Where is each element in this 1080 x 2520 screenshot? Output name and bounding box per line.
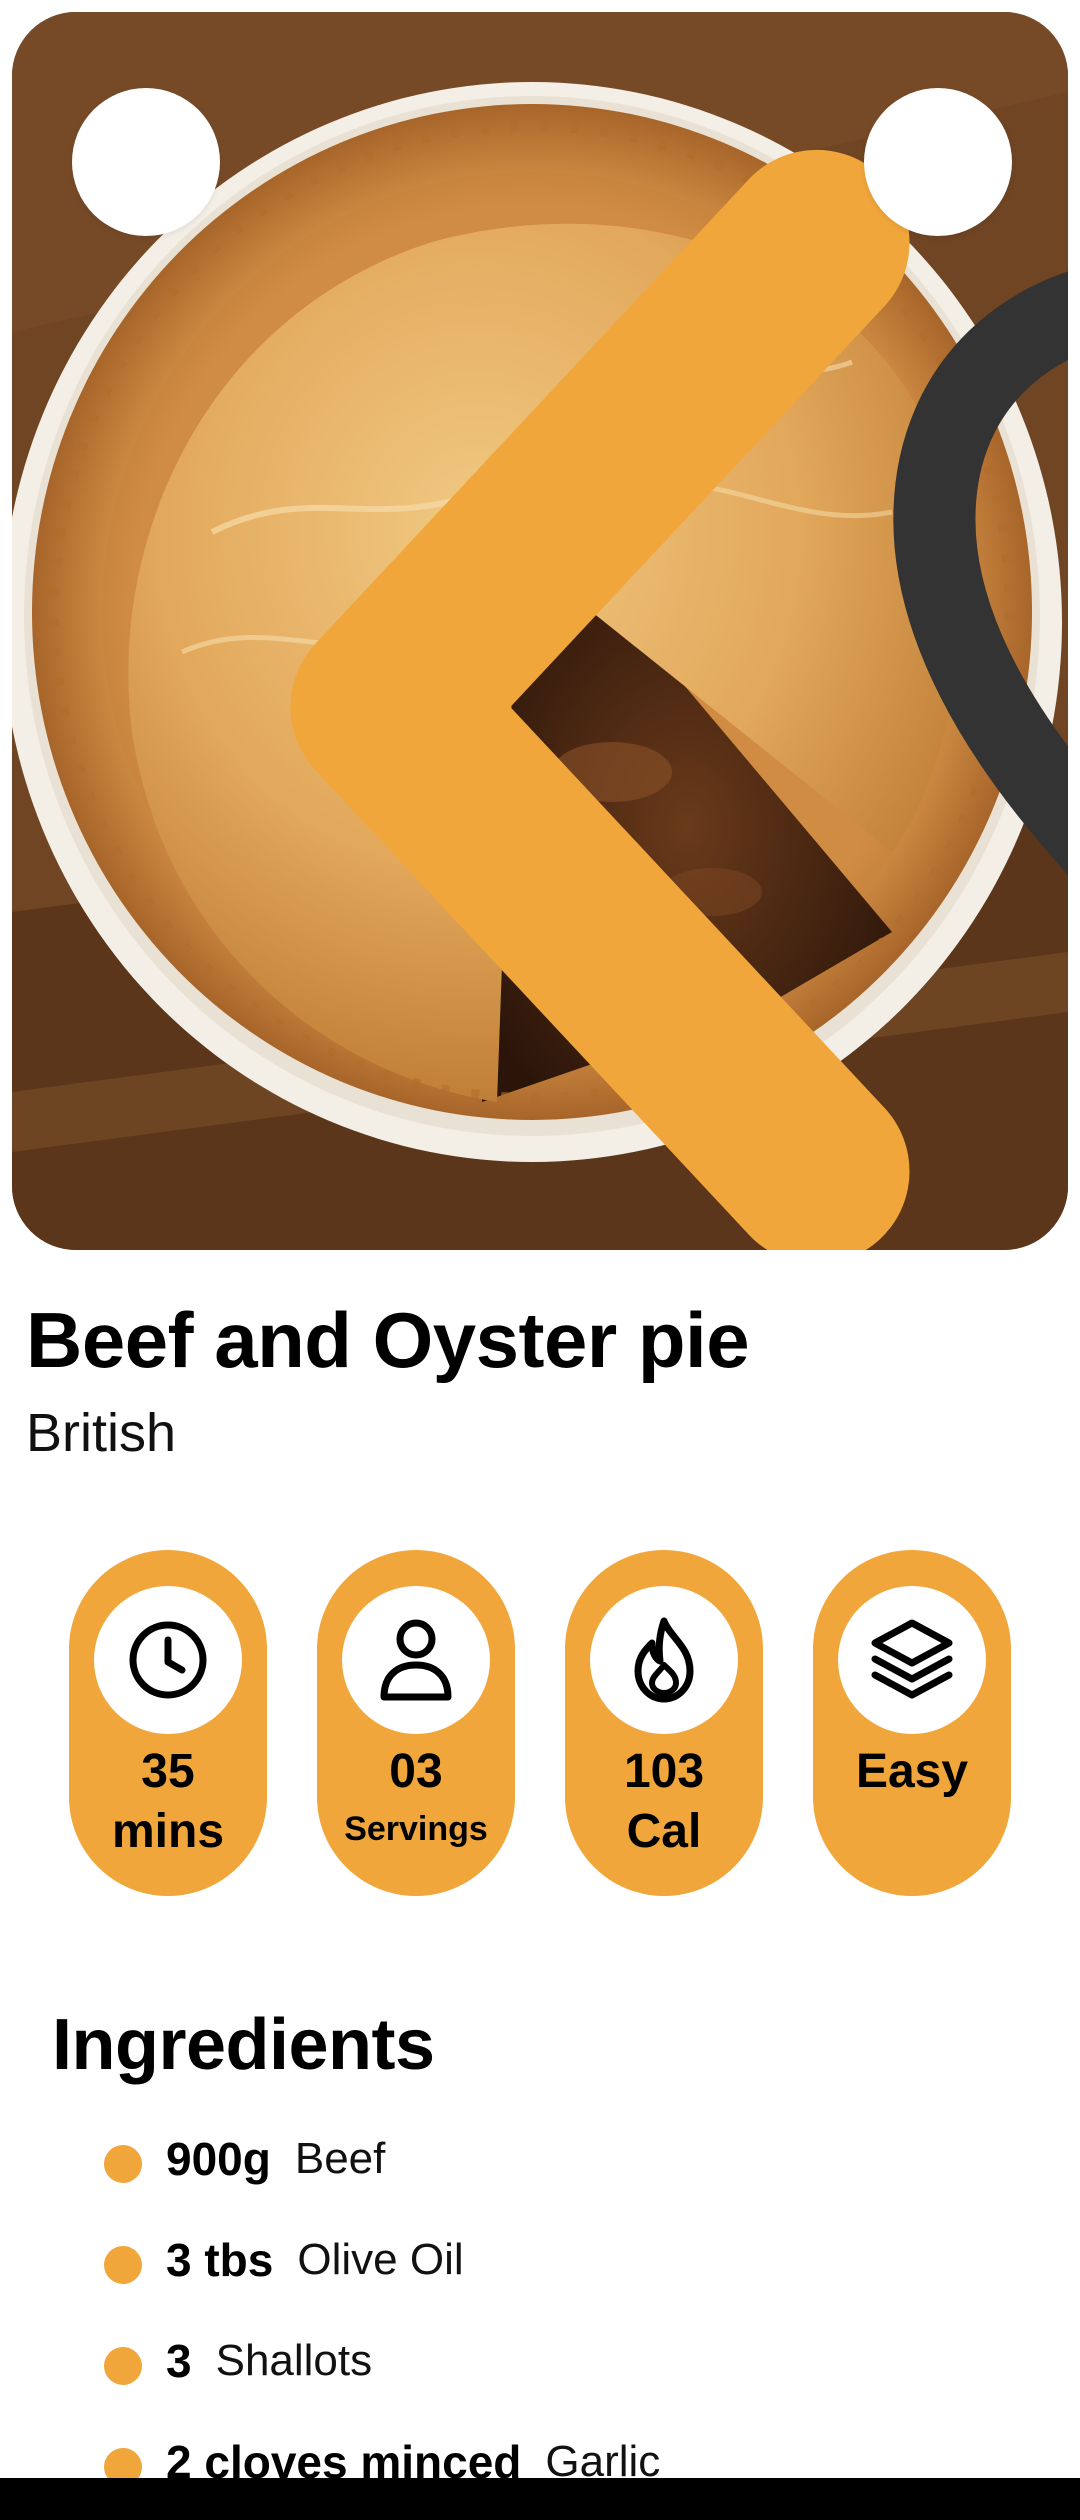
stat-servings-unit: Servings bbox=[344, 1810, 488, 1848]
stat-icon-wrap bbox=[838, 1586, 986, 1734]
stat-servings: 03 Servings bbox=[317, 1550, 515, 1896]
ingredient-name: Shallots bbox=[215, 2335, 373, 2385]
ingredient-item: 3 Shallots bbox=[104, 2310, 1064, 2411]
recipe-title: Beef and Oyster pie bbox=[26, 1296, 750, 1384]
stat-calories-value: 103 bbox=[623, 1745, 705, 1798]
stat-time-value: 35 bbox=[141, 1745, 195, 1798]
system-navigation-bar bbox=[0, 2478, 1080, 2520]
ingredient-name: Beef bbox=[294, 2133, 386, 2183]
ingredients-heading: Ingredients bbox=[52, 2005, 435, 2085]
bullet-dot bbox=[104, 2144, 142, 2183]
ingredient-item: 900g Beef bbox=[104, 2108, 1064, 2209]
ingredient-item: 3 tbs Olive Oil bbox=[104, 2209, 1064, 2310]
flame-icon bbox=[634, 1617, 694, 1703]
clock-icon bbox=[129, 1621, 207, 1699]
recipe-cuisine: British bbox=[26, 1403, 177, 1463]
stat-time-unit: mins bbox=[111, 1805, 225, 1858]
recipe-hero-image bbox=[12, 12, 1068, 1250]
stat-icon-wrap bbox=[94, 1586, 242, 1734]
person-icon bbox=[380, 1619, 452, 1701]
ingredient-quantity: 3 bbox=[166, 2334, 192, 2387]
back-button[interactable] bbox=[72, 88, 910, 1250]
stat-calories-unit: Cal bbox=[626, 1805, 702, 1858]
heart-outline-icon bbox=[893, 271, 1068, 875]
stat-difficulty: Easy bbox=[813, 1550, 1011, 1896]
ingredient-quantity: 900g bbox=[166, 2132, 271, 2185]
favorite-button[interactable] bbox=[864, 88, 1068, 875]
ingredient-name: Olive Oil bbox=[297, 2234, 464, 2284]
stat-difficulty-value: Easy bbox=[855, 1745, 969, 1798]
ingredient-quantity: 3 tbs bbox=[166, 2233, 274, 2286]
stat-servings-value: 03 bbox=[389, 1745, 443, 1798]
stat-calories: 103 Cal bbox=[565, 1550, 763, 1896]
layers-icon bbox=[871, 1619, 953, 1699]
ingredients-list: 900g Beef 3 tbs Olive Oil 3 Shallots 2 c… bbox=[104, 2108, 1064, 2512]
stat-icon-wrap bbox=[342, 1586, 490, 1734]
bullet-dot bbox=[104, 2346, 142, 2385]
stat-icon-wrap bbox=[590, 1586, 738, 1734]
bullet-dot bbox=[104, 2245, 142, 2284]
stat-time: 35 mins bbox=[69, 1550, 267, 1896]
